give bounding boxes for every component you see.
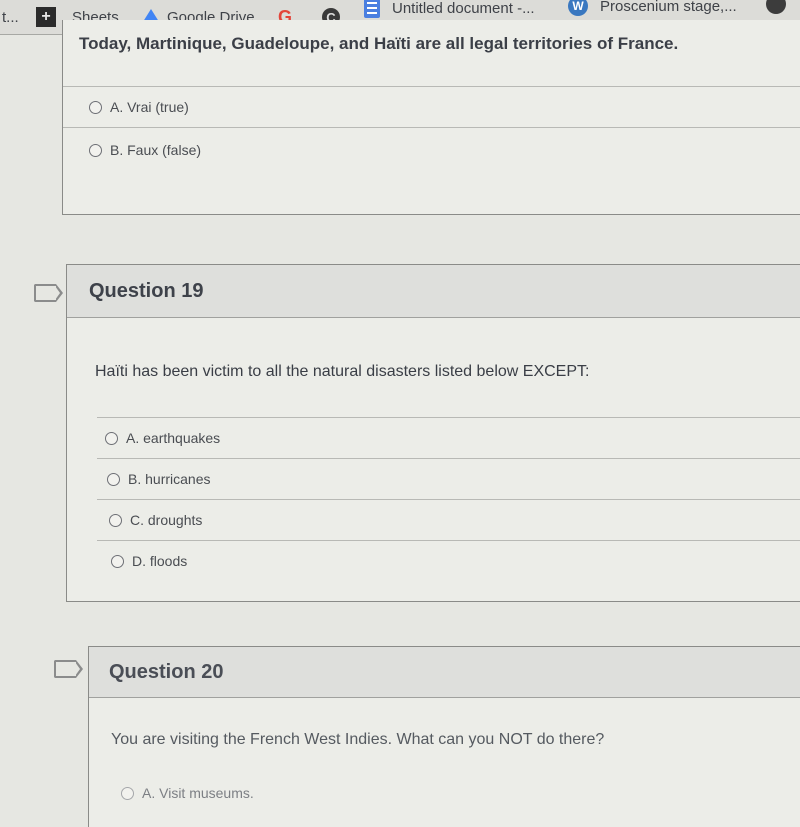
answer-list: A. Vrai (true) B. Faux (false) (63, 86, 800, 172)
bookmark-profile[interactable] (766, 0, 786, 14)
question-header: Question 19 (67, 265, 800, 318)
question-title: Question 19 (89, 279, 204, 302)
question-text: You are visiting the French West Indies.… (111, 731, 605, 748)
sheets-icon: + (36, 7, 56, 27)
question-title: Question 20 (109, 660, 224, 683)
google-docs-icon (364, 0, 380, 18)
answer-option[interactable]: B. Faux (false) (63, 127, 800, 172)
bookmark-truncated[interactable]: t... (2, 9, 19, 26)
bookmark-label: Proscenium stage,... (600, 0, 737, 15)
answer-option[interactable]: B. hurricanes (97, 458, 800, 499)
radio-button[interactable] (111, 554, 124, 568)
answer-label: B. Faux (false) (110, 142, 202, 158)
answer-option[interactable]: A. Visit museums. (119, 773, 800, 813)
flag-question-icon[interactable] (54, 660, 83, 678)
question-card-18: Today, Martinique, Guadeloupe, and Haïti… (62, 20, 800, 215)
question-text: Haïti has been victim to all the natural… (95, 363, 590, 380)
answer-option[interactable]: C. droughts (97, 499, 800, 540)
answer-list: A. Visit museums. (119, 773, 800, 813)
profile-icon (766, 0, 786, 14)
answer-option[interactable]: A. Vrai (true) (63, 86, 800, 127)
answer-label: B. hurricanes (128, 471, 211, 487)
answer-option[interactable]: D. floods (97, 540, 800, 581)
radio-button[interactable] (109, 513, 122, 527)
question-header: Question 20 (89, 647, 800, 698)
wordpress-icon: W (568, 0, 588, 16)
answer-label: A. Visit museums. (142, 785, 254, 801)
answer-label: C. droughts (130, 512, 203, 528)
answer-label: A. earthquakes (126, 430, 221, 446)
answer-label: A. Vrai (true) (110, 99, 189, 115)
radio-button[interactable] (107, 472, 120, 486)
radio-button[interactable] (89, 143, 102, 157)
answer-label: D. floods (132, 553, 188, 569)
answer-list: A. earthquakes B. hurricanes C. droughts… (97, 417, 800, 581)
radio-button[interactable] (105, 431, 118, 445)
question-card-19: Question 19 Haïti has been victim to all… (66, 264, 800, 602)
answer-option[interactable]: A. earthquakes (97, 417, 800, 458)
question-text: Today, Martinique, Guadeloupe, and Haïti… (79, 34, 679, 53)
bookmark-label: Untitled document -... (392, 0, 535, 17)
bookmark-label: t... (2, 8, 19, 26)
bookmark-proscenium[interactable]: W Proscenium stage,... (568, 0, 737, 16)
flag-question-icon[interactable] (34, 284, 63, 302)
bookmark-untitled-document[interactable]: Untitled document -... (364, 0, 535, 18)
radio-button[interactable] (121, 786, 134, 800)
radio-button[interactable] (89, 100, 102, 114)
